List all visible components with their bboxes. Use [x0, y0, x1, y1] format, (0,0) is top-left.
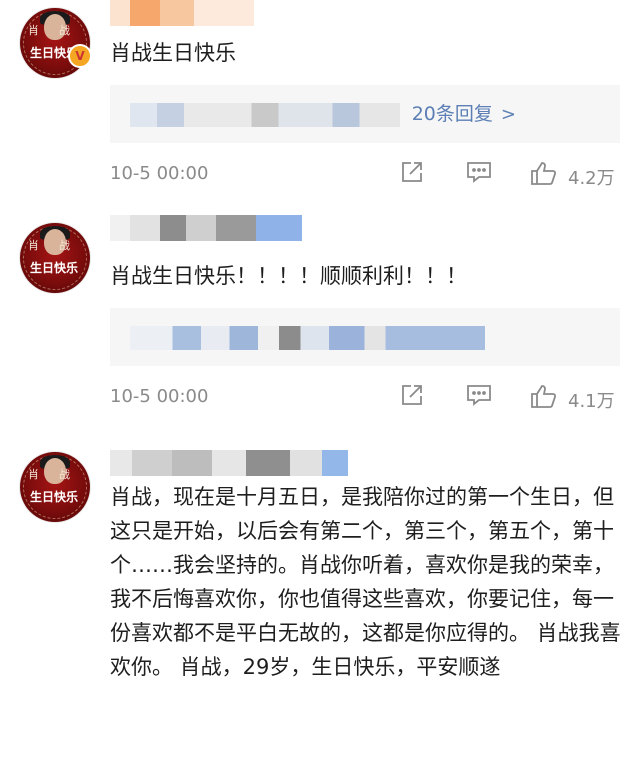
comment-text: 肖战，现在是十月五日，是我陪你过的第一个生日，但这只是开始，以后会有第二个，第三… [110, 485, 621, 679]
avatar-text-top: 肖战 [28, 239, 90, 252]
timestamp: 10-5 00:00 [110, 163, 209, 184]
reply-preview-redacted [130, 326, 485, 350]
comment-text: 肖战生日快乐 [110, 41, 236, 65]
like-count: 4.2万 [568, 168, 615, 189]
share-icon[interactable] [400, 160, 424, 184]
avatar[interactable]: 肖战 生日快乐 [20, 223, 90, 293]
thumbs-up-icon[interactable] [530, 383, 558, 409]
username-redacted[interactable] [110, 450, 348, 476]
comment-2: 肖战 生日快乐 肖战生日快乐！！！！顺顺利利！！！ 10-5 00:00 4.1… [0, 205, 641, 430]
timestamp: 10-5 00:00 [110, 386, 209, 407]
comment-text: 肖战生日快乐！！！！顺顺利利！！！ [110, 264, 467, 288]
comment-icon[interactable] [466, 160, 492, 184]
avatar-text-main: 生日快乐 [30, 490, 79, 504]
reply-count-label: 20条回复 [411, 103, 493, 125]
chevron-right-icon: > [500, 104, 516, 125]
comment-1: 肖战 生日快乐 V 肖战生日快乐 20条回复 > 10-5 00:00 4.2万 [0, 0, 641, 205]
comment-icon[interactable] [466, 383, 492, 407]
comment-3: 肖战 生日快乐 肖战，现在是十月五日，是我陪你过的第一个生日，但这只是开始，以后… [0, 430, 641, 770]
share-icon[interactable] [400, 383, 424, 407]
comment-meta: 10-5 00:00 4.2万 [110, 160, 630, 190]
verified-badge-icon: V [68, 44, 92, 68]
avatar[interactable]: 肖战 生日快乐 [20, 452, 90, 522]
like-count: 4.1万 [568, 391, 615, 412]
avatar-text-top: 肖战 [28, 24, 90, 37]
username-redacted[interactable] [110, 0, 254, 26]
reply-preview-redacted [130, 103, 400, 127]
username-redacted[interactable] [110, 215, 302, 241]
reply-preview[interactable] [110, 308, 620, 366]
reply-count-link[interactable]: 20条回复 > [412, 99, 516, 126]
reply-preview[interactable]: 20条回复 > [110, 85, 620, 143]
avatar-text-main: 生日快乐 [30, 261, 79, 275]
avatar-text-top: 肖战 [28, 468, 90, 481]
thumbs-up-icon[interactable] [530, 160, 558, 186]
comment-meta: 10-5 00:00 4.1万 [110, 383, 630, 413]
